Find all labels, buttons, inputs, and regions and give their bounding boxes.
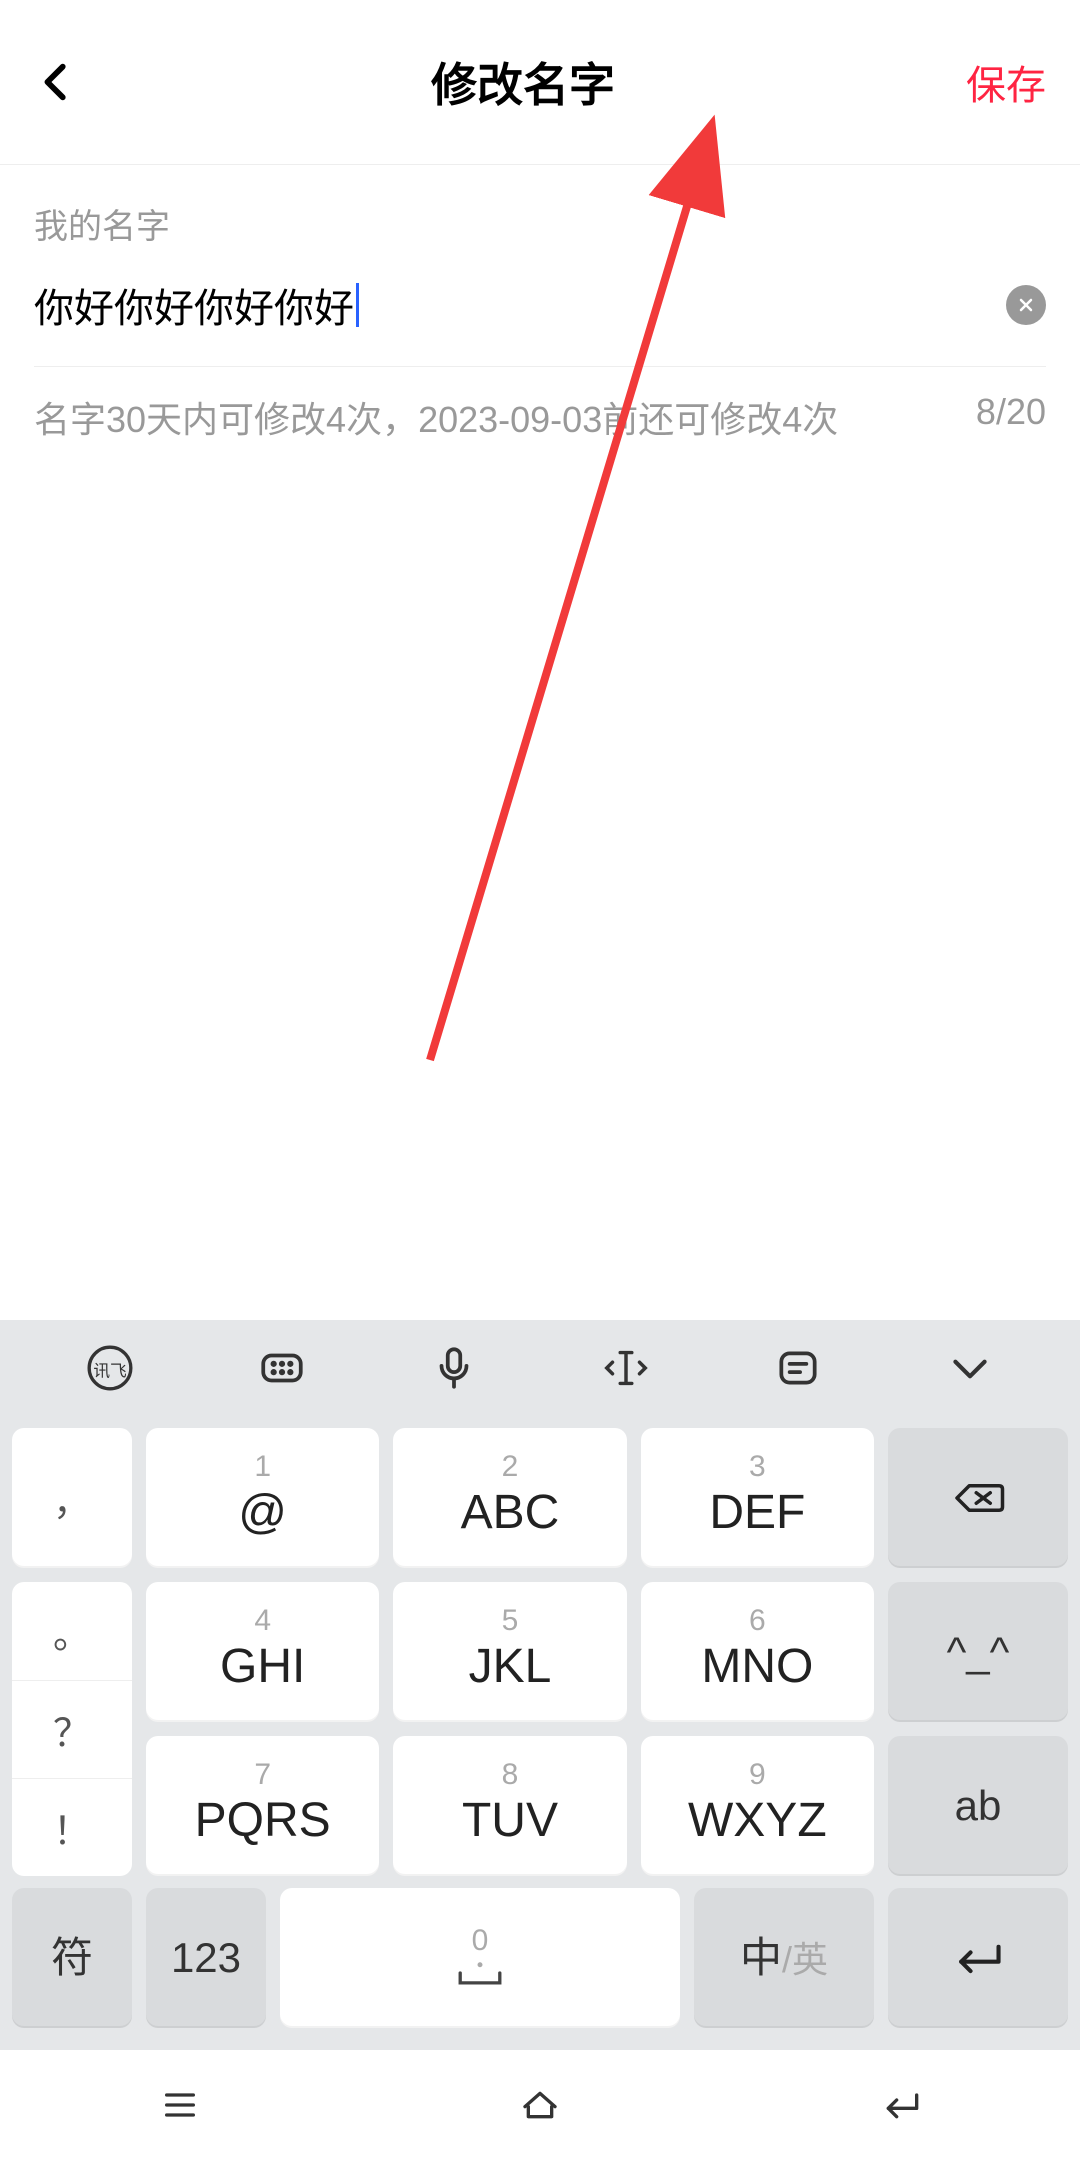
key-comma[interactable]: ， <box>12 1428 132 1568</box>
key-space[interactable]: 0 <box>280 1888 680 2028</box>
key-9[interactable]: 9WXYZ <box>641 1736 874 1876</box>
system-nav-bar <box>0 2050 1080 2160</box>
key-numbers[interactable]: 123 <box>146 1888 266 2028</box>
key-7[interactable]: 7PQRS <box>146 1736 379 1876</box>
field-label: 我的名字 <box>34 199 1046 248</box>
nav-back-button[interactable] <box>872 2085 928 2125</box>
key-question[interactable]: ？ <box>12 1680 132 1778</box>
key-left-stack: 。 ？ ！ <box>12 1582 132 1876</box>
hint-row: 名字30天内可修改4次，2023-09-03前还可修改4次 8/20 <box>34 391 1046 443</box>
soft-keyboard: 讯飞 ， 。 ？ ！ <box>0 1320 1080 2050</box>
key-5[interactable]: 5JKL <box>393 1582 626 1722</box>
nav-home-button[interactable] <box>512 2085 568 2125</box>
name-input-row: 你好你好你好你好 <box>34 276 1046 367</box>
page-title: 修改名字 <box>431 49 615 115</box>
save-button[interactable]: 保存 <box>966 53 1046 111</box>
clear-input-button[interactable] <box>1006 285 1046 325</box>
key-6[interactable]: 6MNO <box>641 1582 874 1722</box>
key-backspace[interactable] <box>888 1428 1068 1568</box>
back-button[interactable] <box>34 59 80 105</box>
name-input-value: 你好你好你好你好 <box>34 276 354 334</box>
key-exclaim[interactable]: ！ <box>12 1778 132 1876</box>
mic-icon[interactable] <box>424 1338 484 1398</box>
key-period[interactable]: 。 <box>12 1582 132 1680</box>
header-bar: 修改名字 保存 <box>0 0 1080 165</box>
edit-name-form: 我的名字 你好你好你好你好 名字30天内可修改4次，2023-09-03前还可修… <box>0 165 1080 1320</box>
kbd-toolbar: 讯飞 <box>0 1320 1080 1416</box>
key-4[interactable]: 4GHI <box>146 1582 379 1722</box>
key-2[interactable]: 2ABC <box>393 1428 626 1568</box>
key-symbols[interactable]: 符 <box>12 1888 132 2028</box>
key-emoji[interactable]: ^_^ <box>888 1582 1068 1722</box>
key-language[interactable]: 中/英 <box>694 1888 874 2028</box>
char-counter: 8/20 <box>976 391 1046 443</box>
key-1[interactable]: 1@ <box>146 1428 379 1568</box>
xunfei-icon[interactable]: 讯飞 <box>80 1338 140 1398</box>
hint-text: 名字30天内可修改4次，2023-09-03前还可修改4次 <box>34 391 838 443</box>
nav-recent-button[interactable] <box>152 2085 208 2125</box>
text-select-icon[interactable] <box>596 1338 656 1398</box>
keyboard-mini-icon[interactable] <box>252 1338 312 1398</box>
key-ab[interactable]: ab <box>888 1736 1068 1876</box>
key-8[interactable]: 8TUV <box>393 1736 626 1876</box>
name-input[interactable]: 你好你好你好你好 <box>34 276 359 334</box>
clipboard-icon[interactable] <box>768 1338 828 1398</box>
collapse-keyboard-icon[interactable] <box>940 1338 1000 1398</box>
key-enter[interactable] <box>888 1888 1068 2028</box>
text-cursor <box>356 283 359 327</box>
svg-text:讯飞: 讯飞 <box>93 1361 126 1380</box>
key-3[interactable]: 3DEF <box>641 1428 874 1568</box>
